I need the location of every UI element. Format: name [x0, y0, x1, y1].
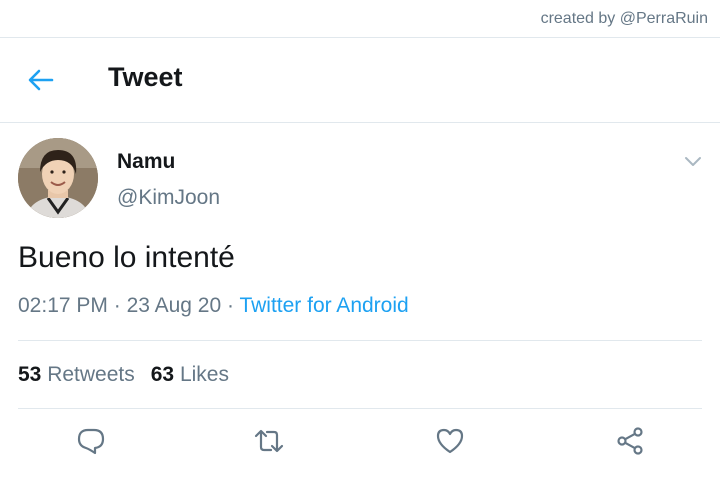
meta-separator: · — [221, 294, 240, 317]
likes-count: 63 — [150, 363, 175, 386]
display-name[interactable]: Namu — [117, 150, 175, 174]
tweet-meta: 02:17 PM · 23 Aug 20 · Twitter for Andro… — [18, 294, 409, 318]
tweet-time: 02:17 PM — [18, 294, 108, 317]
retweet-icon[interactable] — [253, 425, 285, 457]
user-handle[interactable]: @KimJoon — [117, 186, 220, 210]
like-icon[interactable] — [434, 425, 466, 457]
retweets-count: 53 — [18, 363, 42, 386]
header-divider — [0, 122, 720, 123]
likes-label: Likes — [179, 363, 229, 386]
watermark-credit: created by @PerraRuin — [540, 10, 708, 27]
tweet-stats: 53 Retweets 63 Likes — [18, 363, 229, 387]
stats-divider — [18, 408, 702, 409]
meta-separator: · — [107, 294, 127, 317]
retweets-label: Retweets — [47, 363, 135, 386]
share-icon[interactable] — [614, 425, 646, 457]
meta-divider — [18, 340, 702, 341]
tweet-source-link[interactable]: Twitter for Android — [239, 294, 408, 317]
avatar[interactable] — [18, 138, 98, 218]
likes-stat[interactable]: 63 Likes — [151, 363, 229, 386]
retweets-stat[interactable]: 53 Retweets — [18, 363, 135, 386]
tweet-text: Bueno lo intenté — [18, 241, 235, 274]
tweet-header: Tweet — [0, 38, 720, 122]
page-title: Tweet — [108, 62, 183, 92]
tweet-date: 23 Aug 20 — [126, 294, 222, 317]
reply-icon[interactable] — [75, 425, 107, 457]
tweet-actions — [0, 425, 720, 461]
back-arrow-icon[interactable] — [26, 65, 56, 95]
chevron-down-icon[interactable] — [682, 150, 704, 172]
